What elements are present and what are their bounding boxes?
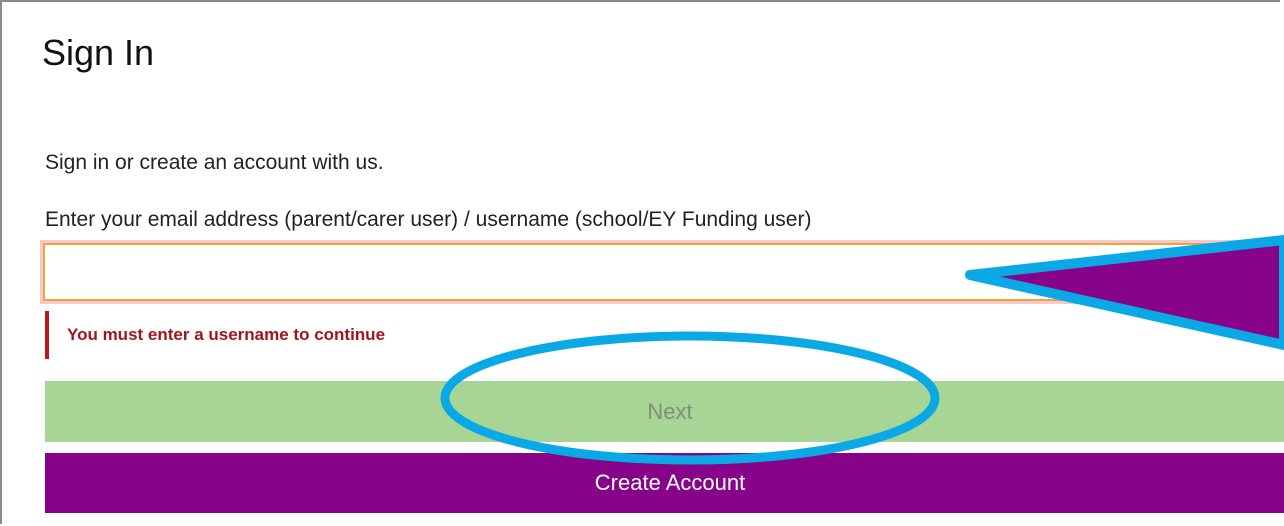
intro-text: Sign in or create an account with us. bbox=[45, 151, 384, 174]
next-button[interactable]: Next bbox=[45, 381, 1284, 442]
page-title: Sign In bbox=[42, 32, 155, 73]
username-label: Enter your email address (parent/carer u… bbox=[45, 208, 812, 231]
validation-error: You must enter a username to continue bbox=[45, 311, 385, 359]
page-frame: Sign In Sign in or create an account wit… bbox=[0, 0, 1284, 524]
validation-error-text: You must enter a username to continue bbox=[67, 325, 386, 344]
create-account-button[interactable]: Create Account bbox=[45, 453, 1284, 513]
username-input[interactable] bbox=[40, 240, 1284, 304]
